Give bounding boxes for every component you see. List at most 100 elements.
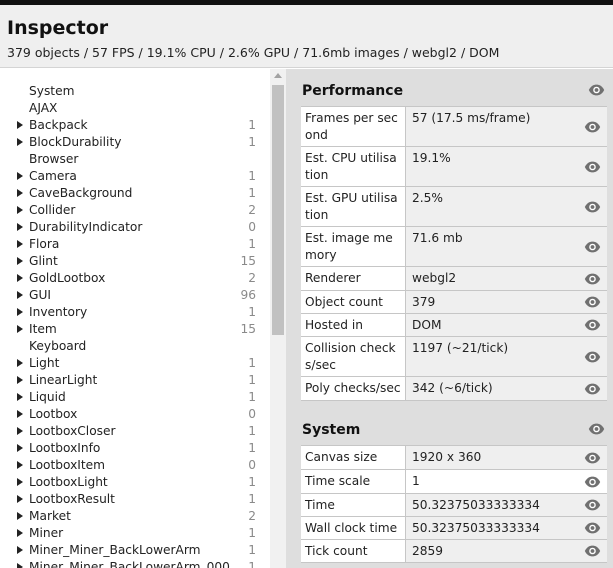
triangle-right-icon[interactable] [17, 138, 23, 146]
tree-item-count: 1 [248, 118, 256, 132]
inspector-header: Inspector 379 objects / 57 FPS / 19.1% C… [0, 5, 613, 68]
tree-item-label: LootboxItem [29, 458, 106, 472]
tree-item[interactable]: LootboxCloser 1 [0, 423, 262, 440]
tree-item[interactable]: Miner_Miner_BackLowerArm 1 [0, 542, 262, 559]
property-value: 1920 x 360 [406, 446, 607, 469]
triangle-right-icon[interactable] [17, 512, 23, 520]
eye-icon[interactable] [584, 522, 601, 534]
eye-icon[interactable] [588, 84, 605, 96]
property-row: Hosted in DOM [301, 314, 607, 337]
tree-item-label: LootboxLight [29, 475, 108, 489]
triangle-right-icon[interactable] [17, 393, 23, 401]
tree-item-label: Browser [29, 152, 79, 166]
property-key: Frames per second [301, 107, 406, 146]
tree-item[interactable]: LinearLight 1 [0, 372, 262, 389]
triangle-right-icon[interactable] [17, 291, 23, 299]
tree-item[interactable]: DurabilityIndicator 0 [0, 219, 262, 236]
triangle-right-icon[interactable] [17, 172, 23, 180]
tree-item[interactable]: Backpack 1 [0, 117, 262, 134]
triangle-right-icon[interactable] [17, 427, 23, 435]
tree-item[interactable]: CaveBackground 1 [0, 185, 262, 202]
tree-item-count: 2 [248, 271, 256, 285]
eye-icon[interactable] [584, 499, 601, 511]
triangle-right-icon[interactable] [17, 223, 23, 231]
tree-item-label: LootboxResult [29, 492, 115, 506]
tree-item-count: 1 [248, 492, 256, 506]
eye-icon[interactable] [584, 383, 601, 395]
property-row: Tick count 2859 [301, 540, 607, 563]
triangle-right-icon[interactable] [17, 189, 23, 197]
eye-icon[interactable] [588, 423, 605, 435]
eye-icon[interactable] [584, 161, 601, 173]
tree-item[interactable]: BlockDurability 1 [0, 134, 262, 151]
triangle-right-icon[interactable] [17, 206, 23, 214]
tree-item-count: 1 [248, 237, 256, 251]
tree-item[interactable]: Item 15 [0, 321, 262, 338]
eye-icon[interactable] [584, 201, 601, 213]
tree-item[interactable]: Miner 1 [0, 525, 262, 542]
property-value: 50.32375033333334 [406, 517, 607, 539]
triangle-right-icon[interactable] [17, 325, 23, 333]
tree-item[interactable]: System [0, 83, 262, 100]
tree-item-label: AJAX [29, 101, 58, 115]
tree-item[interactable]: LootboxInfo 1 [0, 440, 262, 457]
property-value: DOM [406, 314, 607, 336]
eye-icon[interactable] [584, 296, 601, 308]
property-row: Time scale 1 [301, 470, 607, 494]
tree-item-label: GUI [29, 288, 51, 302]
tree-item-label: Inventory [29, 305, 88, 319]
tree-item[interactable]: Market 2 [0, 508, 262, 525]
triangle-right-icon[interactable] [17, 529, 23, 537]
tree-item[interactable]: LootboxItem 0 [0, 457, 262, 474]
tree-item[interactable]: Inventory 1 [0, 304, 262, 321]
triangle-right-icon[interactable] [17, 444, 23, 452]
tree-item[interactable]: Glint 15 [0, 253, 262, 270]
eye-icon[interactable] [584, 319, 601, 331]
triangle-right-icon[interactable] [17, 546, 23, 554]
tree-item[interactable]: Camera 1 [0, 168, 262, 185]
tree-item[interactable]: GUI 96 [0, 287, 262, 304]
triangle-right-icon[interactable] [17, 274, 23, 282]
property-key: Canvas size [301, 446, 406, 469]
property-value: 57 (17.5 ms/frame) [406, 107, 607, 146]
eye-icon[interactable] [584, 351, 601, 363]
eye-icon[interactable] [584, 121, 601, 133]
triangle-right-icon[interactable] [17, 308, 23, 316]
eye-icon[interactable] [584, 241, 601, 253]
eye-icon[interactable] [584, 273, 601, 285]
triangle-right-icon[interactable] [17, 495, 23, 503]
object-tree: System AJAX Backpack 1 BlockDurability 1 Brows… [0, 69, 270, 568]
triangle-right-icon[interactable] [17, 461, 23, 469]
property-key: Object count [301, 291, 406, 313]
tree-item[interactable]: LootboxLight 1 [0, 474, 262, 491]
eye-icon[interactable] [584, 452, 601, 464]
eye-icon[interactable] [584, 476, 601, 488]
tree-item-count: 2 [248, 203, 256, 217]
triangle-right-icon[interactable] [17, 478, 23, 486]
tree-item[interactable]: Lootbox 0 [0, 406, 262, 423]
triangle-right-icon[interactable] [17, 121, 23, 129]
triangle-right-icon[interactable] [17, 410, 23, 418]
triangle-right-icon[interactable] [17, 359, 23, 367]
tree-item[interactable]: GoldLootbox 2 [0, 270, 262, 287]
tree-item[interactable]: Browser [0, 151, 262, 168]
tree-item[interactable]: Light 1 [0, 355, 262, 372]
tree-item[interactable]: Miner_Miner_BackLowerArm_000 1 [0, 559, 262, 568]
triangle-right-icon[interactable] [17, 257, 23, 265]
tree-scrollbar[interactable] [270, 69, 286, 568]
tree-item[interactable]: Keyboard [0, 338, 262, 355]
tree-item-count: 1 [248, 356, 256, 370]
scroll-up-icon[interactable] [274, 73, 282, 78]
tree-item[interactable]: LootboxResult 1 [0, 491, 262, 508]
eye-icon[interactable] [584, 545, 601, 557]
tree-item[interactable]: Liquid 1 [0, 389, 262, 406]
tree-item[interactable]: Collider 2 [0, 202, 262, 219]
tree-item[interactable]: Flora 1 [0, 236, 262, 253]
triangle-right-icon[interactable] [17, 563, 23, 568]
scrollbar-thumb[interactable] [272, 85, 284, 335]
tree-item-label: Market [29, 509, 71, 523]
triangle-right-icon[interactable] [17, 376, 23, 384]
triangle-right-icon[interactable] [17, 240, 23, 248]
tree-item-label: System [29, 84, 75, 98]
tree-item[interactable]: AJAX [0, 100, 262, 117]
